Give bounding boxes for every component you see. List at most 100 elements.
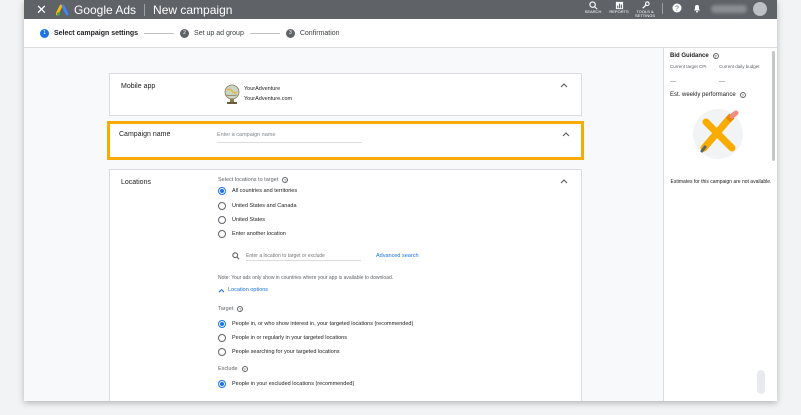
campaign-stepper: 1 Select campaign settings 2 Set up ad g…	[24, 19, 777, 48]
search-label: SEARCH	[584, 9, 602, 14]
exclude-label: Exclude ?	[218, 366, 248, 372]
radio-unchecked-icon	[218, 202, 226, 210]
chevron-up-icon	[218, 288, 225, 293]
step-label: Select campaign settings	[54, 29, 139, 37]
radio-checked-icon	[218, 380, 226, 388]
app-name: YourAdventure	[244, 86, 281, 92]
main-content: Mobile app YourAdventure YourAdventure.c…	[24, 48, 663, 401]
brand-name: Google Ads	[74, 2, 137, 17]
help-icon[interactable]: ?	[739, 92, 746, 98]
tools-settings-button[interactable]: TOOLS & SETTINGS	[632, 0, 658, 18]
reports-button[interactable]: REPORTS	[606, 0, 632, 14]
locations-section: Locations Select locations to target ? A…	[109, 169, 582, 401]
option-label: United States	[232, 217, 266, 223]
label-text: Target	[218, 306, 234, 312]
account-name[interactable]	[711, 5, 747, 13]
metric-value: —	[719, 79, 725, 85]
divider	[144, 3, 146, 16]
heading-text: Est. weekly performance	[670, 92, 736, 98]
scrollbar-handle[interactable]	[757, 370, 765, 394]
chevron-up-icon[interactable]	[560, 82, 568, 88]
location-search-input[interactable]	[246, 251, 361, 261]
toolbar: SEARCH REPORTS TOOLS & SETTINGS ?	[580, 0, 777, 19]
metric-label: Current target CPI	[670, 64, 707, 69]
option-label: United States and Canada	[232, 203, 297, 209]
app-window: ✕ Google Ads New campaign SEARCH REPORTS…	[24, 0, 777, 401]
option-label: People searching for your targeted locat…	[232, 349, 340, 355]
location-option[interactable]: United States	[218, 216, 265, 224]
exclude-option[interactable]: People in your excluded locations (recom…	[218, 380, 354, 388]
radio-unchecked-icon	[218, 230, 226, 238]
step-number: 2	[180, 28, 190, 38]
search-icon	[232, 252, 240, 260]
metric-label: Current daily budget	[719, 64, 760, 69]
location-search: Advanced search	[232, 251, 419, 261]
svg-text:?: ?	[675, 6, 679, 13]
chevron-up-icon[interactable]	[562, 131, 570, 137]
mobile-app-section[interactable]: Mobile app YourAdventure YourAdventure.c…	[109, 73, 582, 116]
app-info: YourAdventure YourAdventure.com	[222, 82, 292, 106]
divider	[662, 3, 663, 14]
panel-heading: Bid Guidance ?	[670, 53, 719, 59]
reports-label: REPORTS	[609, 9, 629, 14]
app-domain: YourAdventure.com	[244, 96, 293, 102]
step-connector	[249, 32, 280, 34]
option-label: Enter another location	[232, 231, 286, 237]
location-option[interactable]: Enter another location	[218, 230, 286, 238]
google-ads-logo	[56, 4, 70, 16]
section-title: Mobile app	[121, 83, 156, 90]
step-number: 1	[40, 28, 49, 38]
campaign-name-input[interactable]: Enter a campaign name	[217, 132, 362, 143]
bid-guidance-panel: Bid Guidance ? Current target CPI Curren…	[663, 48, 777, 401]
scrollbar[interactable]	[772, 51, 775, 161]
search-button[interactable]: SEARCH	[580, 0, 606, 14]
step-label: Confirmation	[299, 29, 340, 37]
select-locations-label: Select locations to target ?	[218, 177, 289, 183]
option-label: People in your excluded locations (recom…	[232, 381, 355, 387]
help-icon[interactable]: ?	[282, 177, 289, 183]
bell-icon[interactable]	[692, 3, 702, 13]
performance-heading: Est. weekly performance ?	[670, 92, 746, 98]
metric-value: —	[670, 79, 676, 85]
help-icon[interactable]: ?	[241, 366, 248, 372]
heading-text: Bid Guidance	[670, 53, 709, 59]
globe-icon	[224, 84, 240, 104]
target-option[interactable]: People in or regularly in your targeted …	[218, 334, 347, 342]
label-text: Exclude	[218, 366, 238, 372]
radio-checked-icon	[218, 187, 226, 195]
avatar[interactable]	[753, 2, 767, 16]
step-number: 3	[285, 28, 295, 38]
help-icon[interactable]: ?	[712, 53, 719, 59]
location-option[interactable]: All countries and territories	[218, 187, 297, 195]
radio-unchecked-icon	[218, 348, 226, 356]
estimate-note: Estimates for this campaign are not avai…	[670, 179, 772, 185]
location-options-toggle[interactable]: Location options	[218, 287, 268, 293]
advanced-search-link[interactable]: Advanced search	[376, 253, 419, 259]
label-text: Select locations to target	[218, 177, 279, 183]
section-title: Campaign name	[119, 131, 171, 138]
radio-unchecked-icon	[218, 216, 226, 224]
page-title: New campaign	[153, 2, 233, 17]
location-option[interactable]: United States and Canada	[218, 202, 297, 210]
top-bar: ✕ Google Ads New campaign SEARCH REPORTS…	[24, 0, 777, 19]
step-select-campaign-settings[interactable]: 1 Select campaign settings	[40, 28, 139, 38]
campaign-name-section[interactable]: Campaign name Enter a campaign name	[107, 121, 584, 160]
radio-unchecked-icon	[218, 334, 226, 342]
target-option[interactable]: People searching for your targeted locat…	[218, 348, 340, 356]
tools-settings-label: TOOLS & SETTINGS	[634, 9, 655, 18]
step-confirmation[interactable]: 3 Confirmation	[285, 28, 340, 38]
radio-checked-icon	[218, 320, 226, 328]
availability-note: Note: Your ads only show in countries wh…	[218, 275, 394, 281]
option-label: All countries and territories	[232, 188, 298, 194]
target-label: Target ?	[218, 306, 244, 312]
chevron-up-icon[interactable]	[560, 178, 568, 184]
help-icon[interactable]: ?	[237, 306, 244, 312]
close-icon[interactable]: ✕	[36, 3, 48, 16]
location-options-label: Location options	[228, 287, 269, 293]
section-title: Locations	[121, 179, 151, 186]
target-option[interactable]: People in, or who show interest in, your…	[218, 320, 413, 328]
step-set-up-ad-group[interactable]: 2 Set up ad group	[180, 28, 244, 38]
help-icon[interactable]: ?	[672, 3, 682, 13]
step-label: Set up ad group	[194, 29, 244, 37]
option-label: People in or regularly in your targeted …	[232, 335, 347, 341]
